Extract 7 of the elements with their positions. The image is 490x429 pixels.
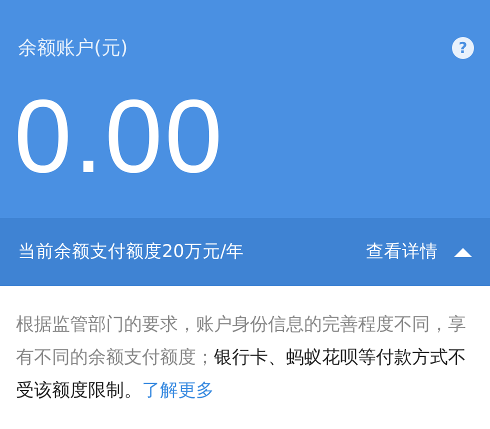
- balance-amount: 0.00: [14, 84, 226, 188]
- learn-more-link[interactable]: 了解更多: [142, 380, 214, 401]
- limit-text: 当前余额支付额度20万元/年: [18, 240, 244, 264]
- notice-text: 根据监管部门的要求，账户身份信息的完善程度不同，享有不同的余额支付额度；银行卡、蚂蚁花呗等付款方式不受该额度限制。了解更多: [15, 313, 467, 403]
- details-link[interactable]: 查看详情: [366, 238, 472, 266]
- help-icon[interactable]: ?: [452, 37, 474, 60]
- card-title: 余额账户(元): [18, 36, 128, 61]
